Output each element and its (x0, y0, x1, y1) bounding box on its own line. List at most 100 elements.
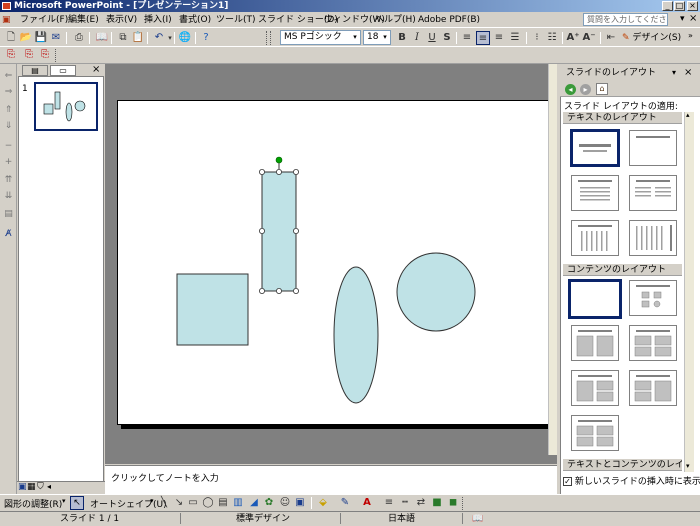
summary-slide-icon[interactable]: ▤ (2, 208, 15, 221)
move-down-icon[interactable]: ⇓ (2, 120, 15, 133)
layout-content-two[interactable] (571, 325, 619, 361)
chevron-down-icon[interactable]: ▾ (150, 497, 154, 505)
chevron-down-icon[interactable]: ▾ (62, 497, 66, 505)
maximize-button[interactable]: □ (674, 1, 685, 11)
italic-icon[interactable]: I (410, 31, 424, 45)
expand-icon[interactable]: + (2, 156, 15, 169)
checkbox-checked-icon[interactable]: ✓ (563, 477, 572, 486)
layout-vertical-text[interactable] (571, 220, 619, 256)
forward-icon[interactable]: ▸ (580, 84, 591, 95)
print-icon[interactable]: ⎙ (72, 31, 86, 45)
numbering-icon[interactable]: ⁝ (530, 31, 544, 45)
open-icon[interactable]: 📂 (19, 31, 33, 45)
toolbar-options-icon[interactable]: » (688, 31, 693, 40)
layout-vertical-title-text[interactable] (629, 220, 677, 256)
autoshapes-menu-button[interactable]: オートシェイプ(U) (90, 497, 167, 510)
back-icon[interactable]: ◂ (565, 84, 576, 95)
permission-icon[interactable]: ✉ (49, 31, 63, 45)
hyperlink-icon[interactable]: 🌐 (178, 31, 192, 45)
increase-font-icon[interactable]: A⁺ (566, 31, 580, 45)
menu-insert[interactable]: 挿入(I) (144, 14, 172, 26)
indent-icon[interactable]: ⇤ (604, 31, 618, 45)
collapse-all-icon[interactable]: ⇈ (2, 174, 15, 187)
font-name-select[interactable]: MS Pゴシック ▾ (280, 30, 361, 45)
paste-icon[interactable]: 📋 (131, 31, 145, 45)
shadow-icon[interactable]: S (440, 31, 454, 45)
spelling-status-icon[interactable]: 📖 (472, 513, 483, 526)
fill-color-icon[interactable]: ⬙ (316, 496, 330, 510)
task-pane-menu-icon[interactable]: ▾ (672, 64, 676, 82)
new-icon[interactable]: 🗋 (4, 31, 18, 45)
wordart-icon[interactable]: ◢ (247, 496, 261, 510)
layout-content-five[interactable] (571, 415, 619, 451)
doc-close-icon[interactable]: × (689, 13, 697, 24)
task-pane-close-icon[interactable]: × (684, 64, 692, 82)
close-button[interactable]: × (687, 1, 698, 11)
menu-edit[interactable]: 編集(E) (68, 14, 99, 26)
layout-title-content-two[interactable] (629, 325, 677, 361)
save-icon[interactable]: 💾 (34, 31, 48, 45)
powerpoint-app-icon[interactable] (2, 2, 11, 10)
tab-slides[interactable]: ▭ (50, 65, 76, 76)
line-style-icon[interactable]: ≡ (382, 496, 396, 510)
3d-style-icon[interactable]: ◼ (446, 496, 460, 510)
arrow-icon[interactable]: ↘ (172, 496, 186, 510)
slide-thumbnail[interactable] (34, 82, 98, 131)
slide-canvas[interactable] (117, 100, 550, 425)
help-icon[interactable]: ? (199, 31, 213, 45)
layout-content-four[interactable] (629, 370, 677, 406)
normal-view-icon[interactable]: ▣ (18, 482, 27, 492)
layout-title-slide[interactable] (570, 129, 620, 167)
layout-title-text[interactable] (571, 175, 619, 211)
align-right-icon[interactable]: ≡ (492, 31, 506, 45)
layout-blank[interactable] (568, 279, 622, 319)
pdf-email-icon[interactable]: ⎘ (22, 48, 36, 62)
task-pane-scrollbar[interactable]: ▴ ▾ (684, 111, 694, 472)
vertical-textbox-icon[interactable]: ▥ (231, 496, 245, 510)
shadow-style-icon[interactable]: ■ (430, 496, 444, 510)
menu-file[interactable]: ファイル(F) (20, 14, 68, 26)
show-formatting-icon[interactable]: A̸ (2, 228, 15, 241)
collapse-icon[interactable]: − (2, 140, 15, 153)
slideshow-view-icon[interactable]: ⛉ (37, 482, 44, 492)
tab-outline[interactable]: ▤ (22, 65, 48, 76)
layout-content-three[interactable] (571, 370, 619, 406)
expand-all-icon[interactable]: ⇊ (2, 190, 15, 203)
toolbar-grip[interactable] (55, 49, 60, 62)
menu-adobe-pdf[interactable]: Adobe PDF(B) (418, 14, 480, 26)
toolbar-grip[interactable] (266, 31, 271, 45)
promote-icon[interactable]: ⇐ (2, 70, 15, 83)
design-button[interactable]: ✎ デザイン(S) (622, 31, 681, 45)
decrease-font-icon[interactable]: A⁻ (582, 31, 596, 45)
menu-format[interactable]: 書式(O) (179, 14, 211, 26)
line-icon[interactable]: ╲ (157, 496, 171, 510)
clipart-icon[interactable]: ☺ (278, 496, 292, 510)
layout-title-only[interactable] (629, 130, 677, 166)
align-center-icon[interactable]: ≡ (476, 31, 490, 45)
layout-title-content[interactable] (629, 280, 677, 316)
layout-two-column-text[interactable] (629, 175, 677, 211)
demote-icon[interactable]: ⇒ (2, 86, 15, 99)
diagram-icon[interactable]: ✿ (262, 496, 276, 510)
bullets-icon[interactable]: ☷ (545, 31, 559, 45)
doc-menu-icon[interactable]: ▣ (2, 14, 11, 26)
arrow-style-icon[interactable]: ⇄ (414, 496, 428, 510)
scroll-up-icon[interactable]: ▴ (686, 111, 690, 119)
help-dropdown-icon[interactable]: ▾ (680, 14, 685, 24)
help-search-input[interactable]: 質問を入力してください (583, 13, 668, 26)
distribute-icon[interactable]: ☰ (508, 31, 522, 45)
font-color-icon[interactable]: A (360, 496, 374, 510)
line-color-icon[interactable]: ✎ (338, 496, 352, 510)
picture-icon[interactable]: ▣ (293, 496, 307, 510)
draw-menu-button[interactable]: 図形の調整(R) (4, 497, 62, 510)
font-size-select[interactable]: 18 ▾ (363, 30, 391, 45)
copy-icon[interactable]: ⧉ (116, 31, 130, 45)
pdf-convert-icon[interactable]: ⎘ (4, 48, 18, 62)
minimize-button[interactable]: _ (662, 1, 673, 11)
menu-view[interactable]: 表示(V) (106, 14, 137, 26)
dash-style-icon[interactable]: ┅ (398, 496, 412, 510)
editor-vertical-scrollbar[interactable] (548, 64, 557, 455)
oval-icon[interactable]: ◯ (201, 496, 215, 510)
slide-sorter-view-icon[interactable]: ▦ (27, 482, 36, 492)
scroll-left-icon[interactable]: ◂ (47, 482, 51, 491)
